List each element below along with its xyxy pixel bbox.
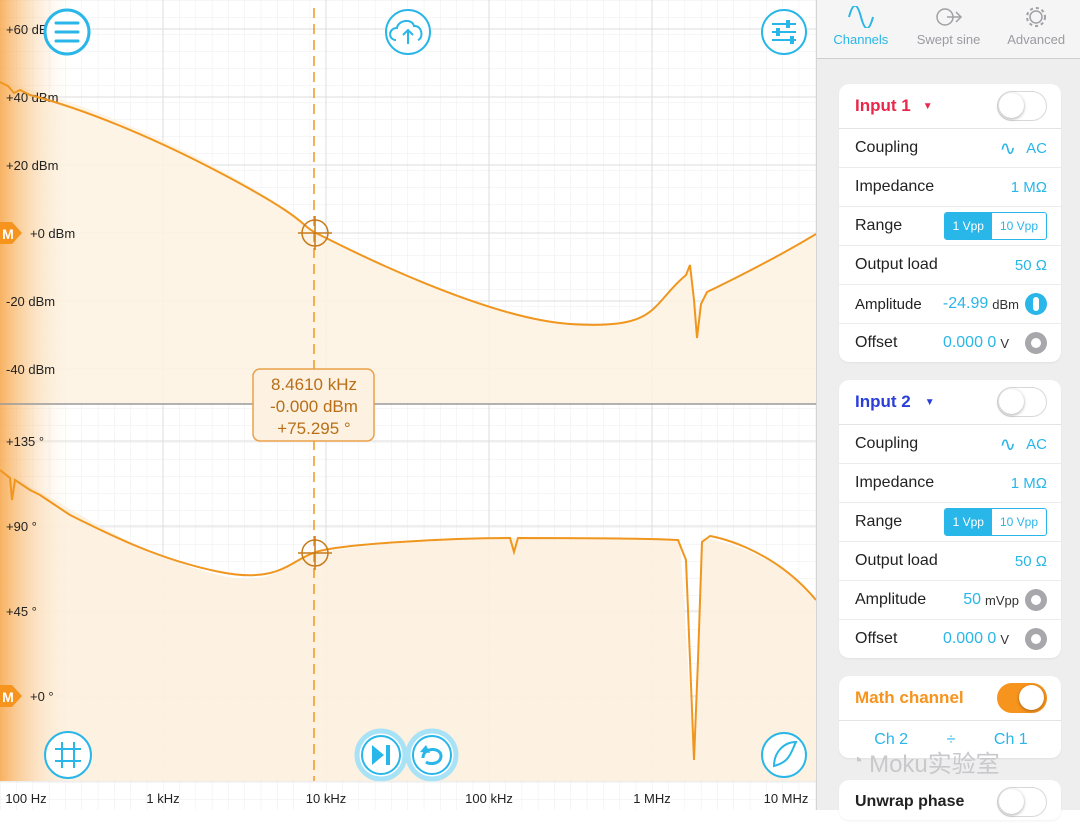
input1-card: Input 1 ▼ Coupling ∿ AC Impedance 1 MΩ Rang… [839,84,1061,362]
input2-card: Input 2 ▼ Coupling ∿ AC Impedance 1 MΩ Rang… [839,380,1061,658]
axis-tick-label: +0 dBm [30,226,75,241]
axis-tick-label: -40 dBm [6,362,55,377]
single-sweep-icon[interactable] [354,728,408,782]
input2-amplitude-row[interactable]: Amplitude 50 mVpp [839,581,1061,620]
menu-icon[interactable] [43,8,91,56]
unwrap-phase-toggle[interactable] [997,787,1047,817]
cloud-upload-icon[interactable] [385,9,431,55]
input1-range-selector[interactable]: 1 Vpp 10 Vpp [943,212,1047,240]
amplitude-knob-icon[interactable] [1025,293,1047,315]
amplitude-knob-icon[interactable] [1025,589,1047,611]
axis-tick-label: +20 dBm [6,158,58,173]
input1-offset-row[interactable]: Offset 0.000 0V [839,324,1061,362]
wechat-logo-icon: ◔ [851,750,864,772]
continuous-sweep-icon[interactable] [405,728,459,782]
input2-impedance-row[interactable]: Impedance 1 MΩ [839,464,1061,503]
input2-offset-row[interactable]: Offset 0.000 0V [839,620,1061,658]
axis-tick-label: 10 MHz [764,791,809,806]
gear-icon [1026,7,1047,27]
sweep-arrow-icon [935,8,962,26]
tab-channels[interactable]: Channels [817,0,905,58]
input2-enable-toggle[interactable] [997,387,1047,417]
axis-tick-label: 100 kHz [465,791,513,806]
cursor-readout[interactable]: 8.4610 kHz -0.000 dBm +75.295 ° [252,368,375,442]
input1-amplitude-row[interactable]: Amplitude -24.99 dBm [839,285,1061,324]
input1-enable-toggle[interactable] [997,91,1047,121]
input2-coupling-row[interactable]: Coupling ∿ AC [839,425,1061,464]
dropdown-arrow-icon[interactable]: ▼ [925,397,935,408]
grid-toggle-icon[interactable] [44,731,92,779]
input2-header[interactable]: Input 2 ▼ [839,380,1061,425]
axis-tick-label: +90 ° [6,519,37,534]
svg-text:M: M [2,226,14,242]
bode-plot[interactable]: +60 dBm+40 dBm+20 dBm+0 dBm-20 dBm-40 dB… [0,0,816,810]
axis-tick-label: 1 MHz [633,791,671,806]
math-channel-header[interactable]: Math channel [839,676,1061,721]
input1-title: Input 1 [855,96,911,115]
panel-tabs: Channels Swept sine Advanced [817,0,1080,59]
sine-wave-icon: ∿ [999,137,1017,160]
input1-coupling-row[interactable]: Coupling ∿ AC [839,129,1061,168]
cursor-freq: 8.4610 kHz [271,375,357,394]
axis-tick-label: -20 dBm [6,294,55,309]
unwrap-phase-header[interactable]: Unwrap phase [839,780,1061,824]
input2-range-selector[interactable]: 1 Vpp 10 Vpp [943,508,1047,536]
watermark: ◔ Moku实验室 [851,750,1000,778]
math-channel-toggle[interactable] [997,683,1047,713]
offset-knob-icon[interactable] [1025,628,1047,650]
unwrap-phase-card: Unwrap phase [839,780,1061,820]
input2-range-row: Range 1 Vpp 10 Vpp [839,503,1061,542]
svg-text:M: M [2,689,14,705]
axis-tick-label: 10 kHz [306,791,346,806]
input2-title: Input 2 [855,392,911,411]
input1-load-row[interactable]: Output load 50 Ω [839,246,1061,285]
unwrap-phase-title: Unwrap phase [855,793,965,810]
axis-tick-label: 1 kHz [146,791,179,806]
left-edge-glow [0,0,70,781]
dropdown-arrow-icon[interactable]: ▼ [923,101,933,112]
autoscale-icon[interactable] [761,732,807,778]
axis-tick-label: +0 ° [30,689,54,704]
tab-advanced[interactable]: Advanced [992,0,1080,58]
input1-header[interactable]: Input 1 ▼ [839,84,1061,129]
sine-wave-icon: ∿ [999,433,1017,456]
axis-tick-label: +45 ° [6,604,37,619]
input1-impedance-row[interactable]: Impedance 1 MΩ [839,168,1061,207]
cursor-phase: +75.295 ° [277,419,350,438]
settings-sliders-icon[interactable] [761,9,807,55]
tab-swept-sine[interactable]: Swept sine [905,0,993,58]
settings-panel: Channels Swept sine Advanced Input 1 ▼ C… [816,0,1080,820]
input2-load-row[interactable]: Output load 50 Ω [839,542,1061,581]
math-channel-title: Math channel [855,688,964,707]
axis-tick-label: 100 Hz [5,791,46,806]
sine-wave-icon [847,6,874,28]
cursor-mag: -0.000 dBm [270,397,358,416]
axis-tick-label: +135 ° [6,434,44,449]
offset-knob-icon[interactable] [1025,332,1047,354]
input1-range-row: Range 1 Vpp 10 Vpp [839,207,1061,246]
